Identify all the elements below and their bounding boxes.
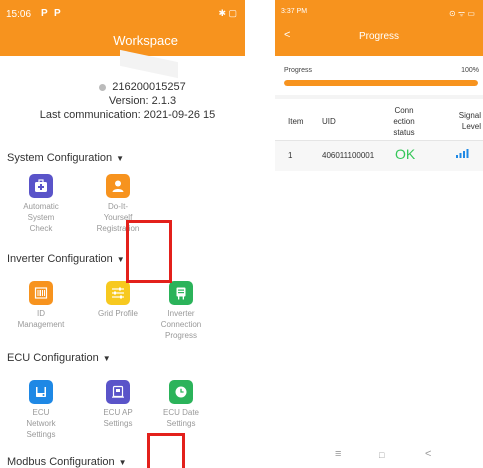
menu-nav-icon[interactable]: ≡ [335, 448, 341, 460]
status-time: 15:06 [6, 9, 32, 20]
icon-label: ECU Network Settings [26, 408, 56, 439]
signal-bar [456, 155, 458, 158]
last-communication: Last communication: 2021-09-26 15 [39, 109, 216, 121]
inverter-icon [169, 281, 193, 305]
row-connection-status: OK [395, 146, 416, 162]
signal-bar [466, 149, 469, 158]
section-title: Modbus Configuration [7, 456, 115, 468]
icon-label: Grid Profile [97, 309, 138, 318]
ecu-date-settings-button[interactable]: ECU Date Settings [157, 380, 205, 429]
user-icon [106, 174, 130, 198]
column-header-connection-status: Conn ection status [389, 105, 419, 138]
section-inverter-configuration[interactable]: Inverter Configuration ▼ [7, 253, 125, 265]
progress-header: 3:37 PM ⊙ ᯤ ▭ < Progress [275, 0, 483, 56]
medical-kit-icon [29, 174, 53, 198]
column-header-uid: UID [322, 117, 336, 126]
row-item: 1 [288, 151, 293, 160]
progress-bar [284, 80, 478, 86]
status-time: 3:37 PM [281, 8, 308, 15]
header-line: ection [393, 117, 415, 126]
caret-down-icon: ▼ [102, 353, 111, 363]
section-modbus-configuration[interactable]: Modbus Configuration ▼ [7, 456, 127, 468]
progress-bar-fill [284, 80, 478, 86]
workspace-screen: 15:06 P P ✱ ▢ Workspace 216200015257 Ver… [0, 0, 245, 468]
header-line: status [393, 128, 415, 137]
progress-value: 100% [461, 67, 479, 74]
caret-down-icon: ▼ [116, 254, 125, 264]
signal-bar [463, 151, 465, 158]
progress-screen: 3:37 PM ⊙ ᯤ ▭ < Progress Progress 100% I… [275, 0, 483, 468]
automatic-system-check-button[interactable]: Automatic System Check [17, 174, 65, 234]
status-notification-icon: P [54, 8, 61, 19]
inverter-connection-progress-button[interactable]: Inverter Connection Progress [157, 281, 205, 341]
highlight-box [147, 433, 185, 468]
icon-label: ECU AP Settings [103, 408, 133, 428]
icon-label: Inverter Connection Progress [160, 309, 202, 340]
signal-level-icon [456, 148, 470, 160]
workspace-header: 15:06 P P ✱ ▢ Workspace [0, 0, 245, 56]
header-line: Level [461, 122, 481, 131]
ecu-ap-settings-button[interactable]: ECU AP Settings [94, 380, 142, 429]
signal-bar [459, 153, 462, 158]
section-ecu-configuration[interactable]: ECU Configuration ▼ [7, 352, 111, 364]
grid-profile-button[interactable]: Grid Profile [94, 281, 142, 319]
id-management-button[interactable]: ID Management [17, 281, 65, 330]
clock-icon [169, 380, 193, 404]
network-icon [29, 380, 53, 404]
caret-down-icon: ▼ [118, 457, 127, 467]
ecu-status-dot [99, 83, 107, 91]
status-battery-icon: ⊙ ᯤ ▭ [448, 9, 475, 18]
section-title: ECU Configuration [7, 352, 99, 364]
status-battery-icon: ✱ ▢ [218, 8, 237, 18]
barcode-icon [29, 281, 53, 305]
icon-label: Automatic System Check [23, 202, 59, 233]
divider [275, 95, 483, 99]
sliders-icon [106, 281, 130, 305]
row-uid: 406011100001 [322, 151, 375, 160]
back-nav-icon[interactable]: < [425, 448, 431, 460]
icon-label: ECU Date Settings [162, 408, 199, 428]
ecu-network-settings-button[interactable]: ECU Network Settings [17, 380, 65, 440]
ecu-serial-number: 216200015257 [112, 81, 186, 93]
status-notification-icon: P [41, 8, 48, 19]
highlight-box [126, 220, 172, 283]
page-title: Progress [358, 31, 399, 42]
progress-label: Progress [284, 67, 313, 74]
section-system-configuration[interactable]: System Configuration ▼ [7, 152, 124, 164]
caret-down-icon: ▼ [116, 153, 125, 163]
icon-label: ID Management [17, 309, 65, 329]
ecu-version: Version: 2.1.3 [108, 95, 177, 107]
header-line: Signal [458, 111, 481, 120]
section-title: System Configuration [7, 152, 113, 164]
page-title: Workspace [113, 33, 178, 48]
header-line: Conn [394, 106, 414, 115]
column-header-signal-level: Signal Level [449, 110, 481, 132]
table-row[interactable] [275, 141, 483, 171]
home-nav-icon[interactable]: □ [379, 450, 384, 460]
column-header-item: Item [288, 117, 304, 126]
router-icon [106, 380, 130, 404]
ecu-serial: 216200015257 [20, 81, 245, 93]
section-title: Inverter Configuration [7, 253, 113, 265]
